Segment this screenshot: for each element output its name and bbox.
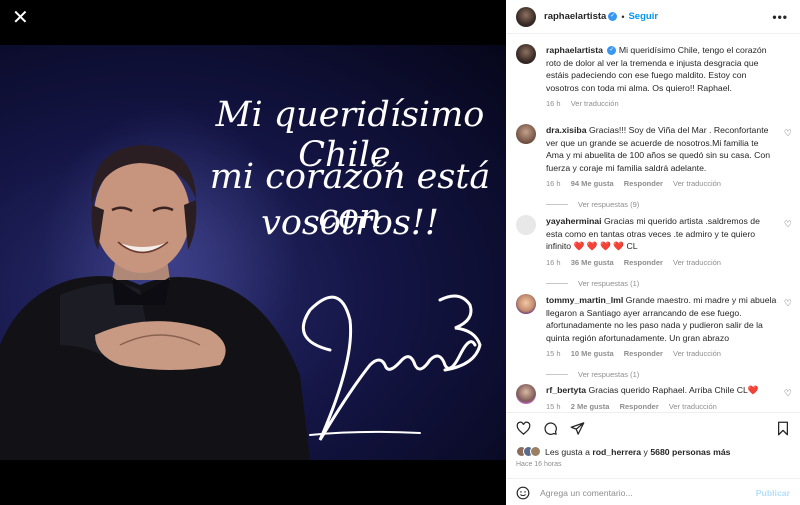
comment-time: 16 h: [546, 179, 561, 188]
post-image: Mi queridísimo Chile, mi corazón está co…: [0, 45, 506, 460]
share-icon[interactable]: [570, 421, 585, 436]
commenter-avatar[interactable]: [516, 384, 536, 404]
comment-translate-link[interactable]: Ver traducción: [669, 402, 717, 411]
view-replies-label[interactable]: Ver respuestas (9): [578, 200, 639, 209]
commenter-username[interactable]: yayaherminai: [546, 216, 602, 226]
comment-likes[interactable]: 36 Me gusta: [571, 258, 614, 267]
likes-middle: y: [643, 446, 648, 457]
comment-item: ♡ tommy_martin_lml Grande maestro. mi ma…: [516, 294, 792, 379]
comment-text: rf_bertyta Gracias querido Raphael. Arri…: [546, 384, 778, 397]
comment-time: 15 h: [546, 401, 561, 411]
comment-translate-link[interactable]: Ver traducción: [673, 258, 721, 267]
comment-text: tommy_martin_lml Grande maestro. mi madr…: [546, 294, 778, 344]
comment-likes[interactable]: 10 Me gusta: [571, 349, 614, 358]
view-replies[interactable]: Ver respuestas (1): [546, 279, 792, 288]
comment-likes[interactable]: 94 Me gusta: [571, 179, 614, 188]
commenter-username[interactable]: dra.xisiba: [546, 125, 587, 135]
view-replies-label[interactable]: Ver respuestas (1): [578, 279, 639, 288]
comment-item: ♡ yayaherminai Gracias mi querido artist…: [516, 215, 792, 288]
comment-time: 15 h: [546, 349, 561, 358]
comment-translate-link[interactable]: Ver traducción: [673, 349, 721, 358]
likes-summary[interactable]: Les gusta a rod_herrera y 5680 personas …: [516, 446, 730, 457]
replies-line: [546, 204, 568, 205]
comment-meta: 16 h 94 Me gusta Responder Ver traducció…: [546, 179, 792, 188]
post-side-panel: raphaelartista ✓ • Seguir ••• raphaelart…: [506, 0, 800, 505]
commenter-avatar[interactable]: [516, 124, 536, 144]
comment-text: dra.xisiba Gracias!!! Soy de Viña del Ma…: [546, 124, 778, 174]
verified-badge-icon: ✓: [608, 12, 618, 21]
post-header: raphaelartista ✓ • Seguir •••: [506, 0, 800, 34]
signature-graphic: [301, 294, 482, 441]
close-icon[interactable]: ✕: [12, 8, 29, 28]
comment-likes[interactable]: 2 Me gusta: [571, 402, 610, 411]
commenter-avatar[interactable]: [516, 294, 536, 314]
post-actions: Les gusta a rod_herrera y 5680 personas …: [506, 412, 800, 505]
replies-line: [546, 374, 568, 375]
view-replies[interactable]: Ver respuestas (9): [546, 200, 792, 209]
comment-item: ♡ dra.xisiba Gracias!!! Soy de Viña del …: [516, 124, 792, 209]
separator-dot: •: [621, 11, 625, 22]
caption-translate-link[interactable]: Ver traducción: [571, 99, 619, 108]
comment-reply-link[interactable]: Responder: [620, 402, 659, 411]
comment-icon[interactable]: [543, 421, 558, 436]
comment-like-heart-icon[interactable]: ♡: [784, 219, 792, 230]
comment-meta: 15 h 2 Me gusta Responder Ver traducción: [546, 402, 792, 411]
commenter-avatar[interactable]: [516, 215, 536, 235]
comment-reply-link[interactable]: Responder: [624, 258, 663, 267]
view-replies-label[interactable]: Ver respuestas (1): [578, 370, 639, 379]
likes-count[interactable]: 5680 personas más: [650, 447, 730, 457]
emoji-icon[interactable]: [516, 486, 530, 500]
comment-text: yayaherminai Gracias mi querido artista …: [546, 215, 778, 253]
comment-translate-link[interactable]: Ver traducción: [673, 179, 721, 188]
view-replies[interactable]: Ver respuestas (1): [546, 370, 792, 379]
follow-button[interactable]: Seguir: [628, 11, 658, 22]
commenter-username[interactable]: rf_bertyta: [546, 385, 586, 395]
comment-body: Gracias querido Raphael. Arriba Chile CL…: [588, 385, 759, 395]
more-options-icon[interactable]: •••: [772, 10, 788, 24]
bookmark-icon[interactable]: [776, 421, 790, 436]
likes-user[interactable]: rod_herrera: [592, 447, 641, 457]
post-time: Hace 16 horas: [516, 461, 562, 468]
caption-username[interactable]: raphaelartista: [546, 45, 603, 55]
comments-list: raphaelartista ✓ Mi queridísimo Chile, t…: [506, 34, 800, 412]
comment-input[interactable]: [540, 487, 740, 498]
comment-meta: 15 h 10 Me gusta Responder Ver traducció…: [546, 349, 792, 358]
overlay-line-3: vosotros!!: [261, 203, 439, 243]
author-username[interactable]: raphaelartista: [544, 11, 606, 22]
likes-prefix: Les gusta a: [545, 446, 590, 457]
comment-reply-link[interactable]: Responder: [624, 349, 663, 358]
caption-text: raphaelartista ✓ Mi queridísimo Chile, t…: [546, 44, 778, 94]
comment-reply-link[interactable]: Responder: [624, 179, 663, 188]
publish-button[interactable]: Publicar: [756, 488, 790, 498]
caption-meta: 16 h Ver traducción: [546, 99, 792, 108]
commenter-username[interactable]: tommy_martin_lml: [546, 295, 623, 305]
comment-like-heart-icon[interactable]: ♡: [784, 388, 792, 399]
caption-avatar[interactable]: [516, 44, 536, 64]
liker-avatar: [530, 446, 541, 457]
action-icons: [516, 421, 585, 436]
replies-line: [546, 282, 568, 284]
verified-badge-icon: ✓: [607, 46, 617, 56]
heart-icon[interactable]: [516, 421, 531, 436]
caption: raphaelartista ✓ Mi queridísimo Chile, t…: [516, 44, 792, 108]
author-avatar[interactable]: [516, 6, 536, 27]
add-comment-bar: Publicar: [506, 478, 800, 505]
comment-item: ♡ rf_bertyta Gracias querido Raphael. Ar…: [516, 384, 792, 411]
caption-time: 16 h: [546, 99, 561, 108]
comment-like-heart-icon[interactable]: ♡: [784, 298, 792, 309]
comment-time: 16 h: [546, 257, 561, 267]
comment-like-heart-icon[interactable]: ♡: [784, 128, 792, 139]
comment-meta: 16 h 36 Me gusta Responder Ver traducció…: [546, 258, 792, 267]
likes-text: Les gusta a rod_herrera y 5680 personas …: [545, 447, 730, 457]
